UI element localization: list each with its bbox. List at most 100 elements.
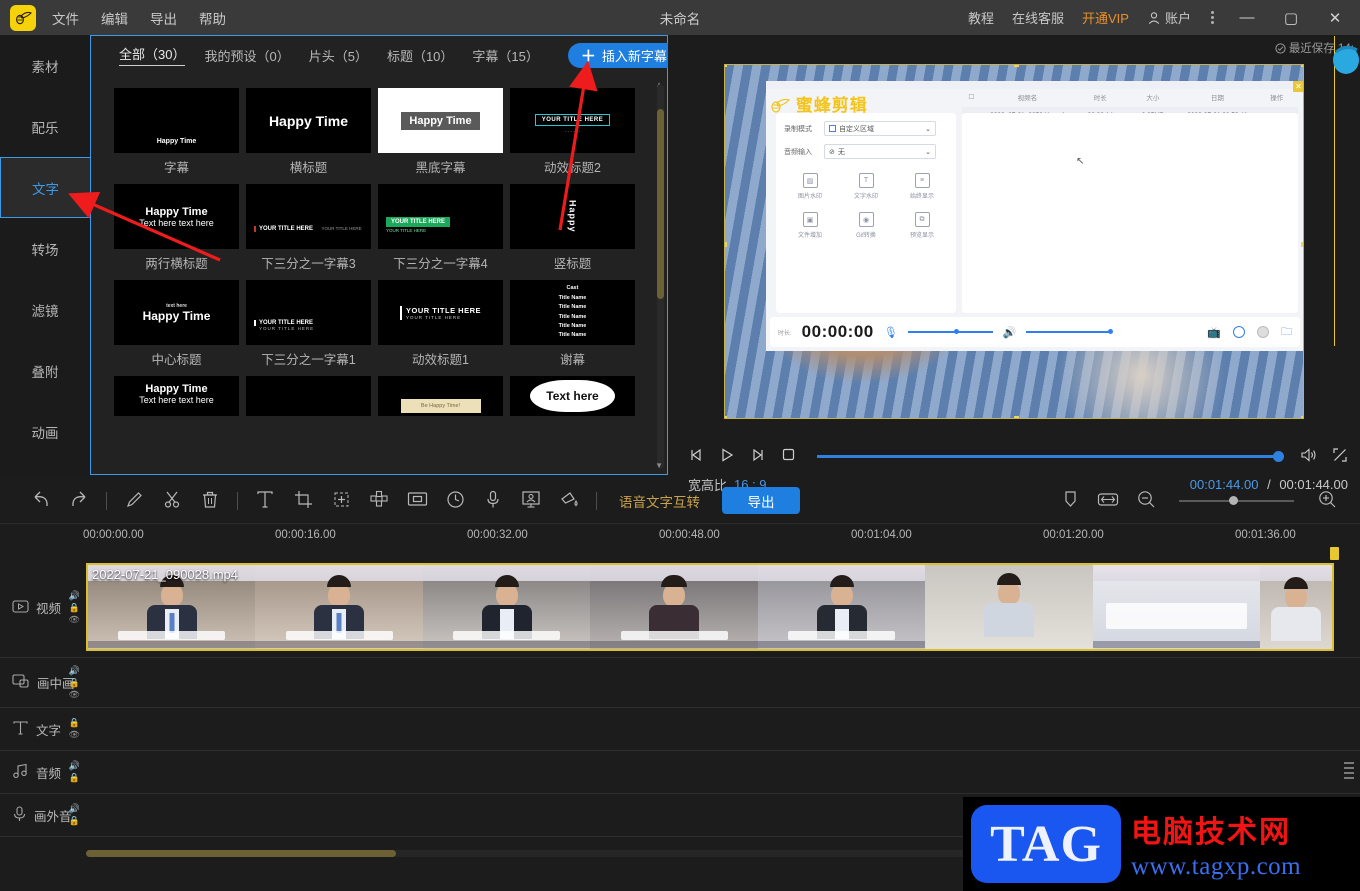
track-header-voiceover[interactable]: 画外音 🔊 🔒 <box>0 794 86 836</box>
track-lane-pip[interactable] <box>86 658 1360 707</box>
template-card[interactable]: YOUR TITLE HERE YOUR TITLE HERE 下三分之一字幕1 <box>246 280 378 368</box>
stop-button[interactable] <box>781 447 796 465</box>
always-show-tool[interactable]: ≡ 始终显示 <box>894 173 950 200</box>
template-card[interactable]: Cast Title Name Title Name Title Name Ti… <box>510 280 642 368</box>
redo-icon[interactable] <box>60 490 98 511</box>
track-lane-audio[interactable] <box>86 751 1360 793</box>
resize-handle-tc[interactable] <box>1014 65 1019 67</box>
track-controls[interactable]: 🔒 👁 <box>69 718 80 740</box>
video-preview-frame[interactable]: 蜜蜂剪辑 ☐ 视频名 时长 大小 日期 操作 ☐ 2022_07-21_0859… <box>724 64 1304 419</box>
resize-handle-ml[interactable] <box>725 241 727 247</box>
track-header-video[interactable]: 视频 🔊 🔒 👁 <box>0 558 86 657</box>
menu-item-edit[interactable]: 编辑 <box>101 8 128 28</box>
speaker-icon[interactable]: 🔊 <box>69 591 80 600</box>
track-controls[interactable]: 🔊 🔒 <box>69 804 80 826</box>
green-screen-icon[interactable] <box>512 490 550 512</box>
timeline-ruler[interactable]: 00:00:00.00 00:00:16.00 00:00:32.00 00:0… <box>0 524 1360 560</box>
paint-bucket-icon[interactable] <box>550 490 588 512</box>
image-watermark-tool[interactable]: ▨ 图片水印 <box>782 173 838 200</box>
template-card[interactable]: YOUR TITLE HERE YOUR TITLE HERE 下三分之一字幕3 <box>246 184 378 272</box>
speaker-icon[interactable]: 🔊 <box>1003 326 1017 339</box>
speaker-icon[interactable]: 🔊 <box>69 666 80 675</box>
track-header-pip[interactable]: 画中画 🔊 🔒 👁 <box>0 658 86 707</box>
menu-item-file[interactable]: 文件 <box>52 8 79 28</box>
template-card[interactable]: Text here <box>510 376 642 416</box>
lock-icon[interactable]: 🔒 <box>69 718 80 728</box>
microphone-icon[interactable]: 🎙 <box>884 326 898 339</box>
play-button[interactable] <box>719 447 735 466</box>
sidebar-item-material[interactable]: 素材 <box>0 35 90 96</box>
template-card[interactable]: Happy 竖标题 <box>510 184 642 272</box>
eye-icon[interactable]: 👁 <box>69 730 80 740</box>
minimize-button[interactable]: — <box>1234 9 1260 26</box>
timeline-zoom-slider[interactable] <box>1179 495 1294 505</box>
record-circle-icon[interactable] <box>1257 326 1269 338</box>
close-button[interactable]: ✕ <box>1322 9 1348 27</box>
tab-title[interactable]: 标题（10） <box>387 46 453 65</box>
track-header-text[interactable]: 文字 🔒 👁 <box>0 708 86 750</box>
tab-subtitle[interactable]: 字幕（15） <box>472 46 538 65</box>
timeline-resize-grip[interactable] <box>1344 762 1354 794</box>
template-card[interactable]: text here Happy Time 中心标题 <box>114 280 246 368</box>
file-add-tool[interactable]: ▣ 文件增加 <box>782 212 838 239</box>
resize-handle-mr[interactable] <box>1301 241 1303 247</box>
lock-icon[interactable]: 🔒 <box>69 816 80 826</box>
template-card[interactable]: Happy Time 横标题 <box>246 88 378 176</box>
tab-all[interactable]: 全部（30） <box>119 44 186 66</box>
menu-bar[interactable]: 文件 编辑 导出 帮助 <box>52 8 226 28</box>
resize-handle-tr[interactable] <box>1301 65 1303 67</box>
online-support-link[interactable]: 在线客服 <box>1012 8 1064 27</box>
lock-icon[interactable]: 🔒 <box>69 603 80 612</box>
track-controls[interactable]: 🔊 🔒 👁 <box>69 591 80 624</box>
mosaic-icon[interactable] <box>360 490 398 512</box>
text-icon[interactable] <box>246 490 284 512</box>
track-controls[interactable]: 🔊 🔒 👁 <box>69 666 80 699</box>
sidebar-item-text[interactable]: 文字 <box>0 157 90 218</box>
more-options-icon[interactable] <box>1209 11 1216 24</box>
fit-width-icon[interactable] <box>1089 491 1127 511</box>
voice-text-convert-button[interactable]: 语音文字互转 <box>619 491 700 511</box>
add-frame-icon[interactable] <box>322 490 360 512</box>
next-frame-button[interactable] <box>750 447 766 466</box>
insert-new-subtitle-button[interactable]: ＋ 插入新字幕 <box>567 42 680 68</box>
resize-handle-bl[interactable] <box>725 416 727 418</box>
sidebar-item-overlay[interactable]: 叠附 <box>0 340 90 401</box>
folder-icon[interactable]: 🗀 <box>1281 323 1292 342</box>
nested-close-icon[interactable]: ✕ <box>1293 81 1303 92</box>
account-button[interactable]: 账户 <box>1147 8 1191 27</box>
tab-opening[interactable]: 片头（5） <box>309 46 368 65</box>
speaker-volume-slider[interactable] <box>1026 329 1114 334</box>
text-watermark-tool[interactable]: T 文字水印 <box>838 173 894 200</box>
lock-icon[interactable]: 🔒 <box>69 773 80 783</box>
screen-record-icon[interactable]: 📺 <box>1207 326 1221 339</box>
open-vip-link[interactable]: 开通VIP <box>1082 8 1129 27</box>
template-card[interactable] <box>246 376 378 416</box>
edit-pencil-icon[interactable] <box>115 490 153 512</box>
cut-scissors-icon[interactable] <box>153 490 191 512</box>
delete-trash-icon[interactable] <box>191 490 229 512</box>
fullscreen-icon[interactable] <box>1332 447 1348 466</box>
video-clip[interactable]: 2022-07-21_090028.mp4 <box>86 563 1334 651</box>
prev-frame-button[interactable] <box>688 447 704 466</box>
export-button[interactable]: 导出 <box>722 487 800 514</box>
track-header-audio[interactable]: 音频 🔊 🔒 <box>0 751 86 793</box>
scroll-down-arrow[interactable]: ▼ <box>655 461 663 470</box>
template-card[interactable]: YOUR TITLE HERE - - - - - - 动效标题2 <box>510 88 642 176</box>
crop-icon[interactable] <box>284 490 322 512</box>
speaker-icon[interactable]: 🔊 <box>69 804 80 814</box>
speaker-icon[interactable]: 🔊 <box>69 761 80 771</box>
lock-icon[interactable]: 🔒 <box>69 678 80 687</box>
sidebar-item-transition[interactable]: 转场 <box>0 218 90 279</box>
undo-icon[interactable] <box>22 490 60 511</box>
record-mode-select[interactable]: 自定义区域 ⌄ <box>824 121 936 136</box>
tab-my-presets[interactable]: 我的预设（0） <box>204 46 289 65</box>
tutorial-link[interactable]: 教程 <box>968 8 994 27</box>
menu-item-export[interactable]: 导出 <box>150 8 177 28</box>
speed-clock-icon[interactable] <box>436 490 474 512</box>
template-card[interactable]: Happy Time 黑底字幕 <box>378 88 510 176</box>
template-card[interactable]: Happy Time Text here text here <box>114 376 246 416</box>
track-controls[interactable]: 🔊 🔒 <box>69 761 80 783</box>
zoom-in-icon[interactable] <box>1308 490 1346 512</box>
template-card[interactable]: Be Happy Time! <box>378 376 510 416</box>
microphone-icon[interactable] <box>474 490 512 512</box>
